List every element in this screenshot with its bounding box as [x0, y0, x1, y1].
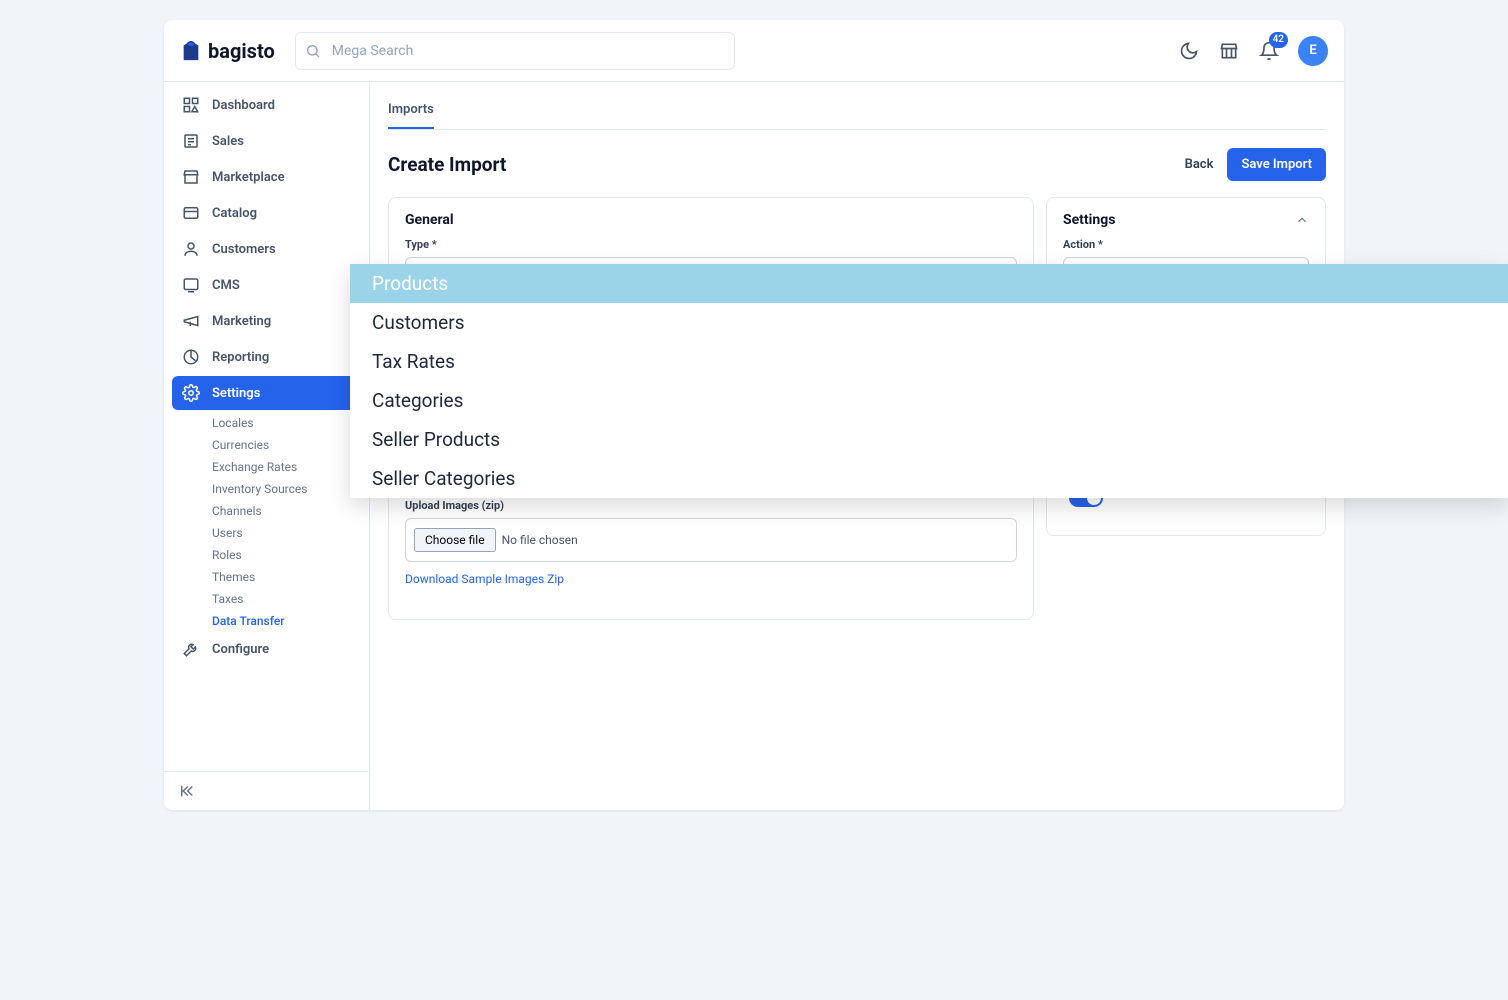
general-card-title: General	[405, 212, 1017, 228]
dropdown-option[interactable]: Tax Rates	[350, 342, 1508, 381]
sidebar-item-label: Reporting	[212, 350, 269, 365]
sidebar-sub-taxes[interactable]: Taxes	[212, 588, 361, 610]
sidebar-item-label: Customers	[212, 242, 276, 257]
sidebar-sub-roles[interactable]: Roles	[212, 544, 361, 566]
sidebar-item-customers[interactable]: Customers	[172, 232, 361, 266]
header-actions: 42 E	[1178, 36, 1328, 66]
sidebar: Dashboard Sales Marketplace Catalog Cust…	[164, 82, 370, 810]
sidebar-sub-inventory-sources[interactable]: Inventory Sources	[212, 478, 361, 500]
tab-imports[interactable]: Imports	[388, 96, 434, 129]
choose-file-button[interactable]: Choose file	[414, 528, 496, 552]
reporting-icon	[182, 348, 200, 366]
notification-badge: 42	[1269, 32, 1288, 48]
sidebar-sub-channels[interactable]: Channels	[212, 500, 361, 522]
logo[interactable]: bagisto	[180, 38, 275, 64]
sidebar-item-sales[interactable]: Sales	[172, 124, 361, 158]
dashboard-icon	[182, 96, 200, 114]
sidebar-item-catalog[interactable]: Catalog	[172, 196, 361, 230]
dropdown-option[interactable]: Seller Products	[350, 420, 1508, 459]
save-import-button[interactable]: Save Import	[1227, 148, 1326, 181]
sidebar-item-marketing[interactable]: Marketing	[172, 304, 361, 338]
action-label: Action	[1063, 238, 1309, 251]
sidebar-item-label: CMS	[212, 278, 240, 293]
sidebar-settings-submenu: Locales Currencies Exchange Rates Invent…	[172, 412, 361, 632]
sidebar-item-reporting[interactable]: Reporting	[172, 340, 361, 374]
download-sample-images-link[interactable]: Download Sample Images Zip	[405, 572, 564, 586]
sidebar-item-label: Dashboard	[212, 98, 275, 113]
sidebar-item-configure[interactable]: Configure	[172, 632, 361, 666]
sidebar-item-label: Configure	[212, 642, 269, 657]
sidebar-sub-themes[interactable]: Themes	[212, 566, 361, 588]
sidebar-item-label: Settings	[212, 386, 260, 401]
avatar[interactable]: E	[1298, 36, 1328, 66]
sidebar-item-label: Catalog	[212, 206, 257, 221]
search-wrap	[295, 32, 735, 70]
marketplace-icon	[182, 168, 200, 186]
cms-icon	[182, 276, 200, 294]
store-icon[interactable]	[1218, 40, 1240, 62]
app-header: bagisto 42 E	[164, 20, 1344, 82]
back-button[interactable]: Back	[1185, 157, 1214, 172]
collapse-sidebar-icon[interactable]	[178, 782, 355, 800]
search-icon	[305, 43, 321, 59]
sidebar-sub-data-transfer[interactable]: Data Transfer	[212, 610, 361, 632]
sidebar-item-marketplace[interactable]: Marketplace	[172, 160, 361, 194]
dark-mode-icon[interactable]	[1178, 40, 1200, 62]
marketing-icon	[182, 312, 200, 330]
dropdown-option[interactable]: Products	[350, 264, 1508, 303]
type-dropdown-panel[interactable]: ProductsCustomersTax RatesCategoriesSell…	[350, 264, 1508, 498]
sidebar-sub-locales[interactable]: Locales	[212, 412, 361, 434]
sidebar-sub-users[interactable]: Users	[212, 522, 361, 544]
sidebar-sub-currencies[interactable]: Currencies	[212, 434, 361, 456]
sidebar-item-label: Marketing	[212, 314, 271, 329]
sidebar-item-cms[interactable]: CMS	[172, 268, 361, 302]
dropdown-option[interactable]: Categories	[350, 381, 1508, 420]
file-input-wrap: Choose file No file chosen	[405, 518, 1017, 562]
wrench-icon	[182, 640, 200, 658]
customers-icon	[182, 240, 200, 258]
catalog-icon	[182, 204, 200, 222]
settings-card-title: Settings	[1063, 212, 1115, 228]
gear-icon	[182, 384, 200, 402]
sales-icon	[182, 132, 200, 150]
no-file-text: No file chosen	[502, 533, 578, 547]
sidebar-item-label: Marketplace	[212, 170, 285, 185]
type-label: Type	[405, 238, 1017, 251]
logo-text: bagisto	[208, 39, 275, 63]
upload-images-label: Upload Images (zip)	[405, 499, 504, 512]
dropdown-option[interactable]: Customers	[350, 303, 1508, 342]
page-title: Create Import	[388, 153, 506, 176]
sidebar-item-label: Sales	[212, 134, 244, 149]
chevron-up-icon[interactable]	[1295, 213, 1309, 227]
tabs-bar: Imports	[388, 96, 1326, 130]
sidebar-item-dashboard[interactable]: Dashboard	[172, 88, 361, 122]
search-input[interactable]	[295, 32, 735, 70]
sidebar-item-settings[interactable]: Settings	[172, 376, 361, 410]
sidebar-sub-exchange-rates[interactable]: Exchange Rates	[212, 456, 361, 478]
logo-icon	[180, 38, 202, 64]
dropdown-option[interactable]: Seller Categories	[350, 459, 1508, 498]
bell-icon[interactable]: 42	[1258, 40, 1280, 62]
